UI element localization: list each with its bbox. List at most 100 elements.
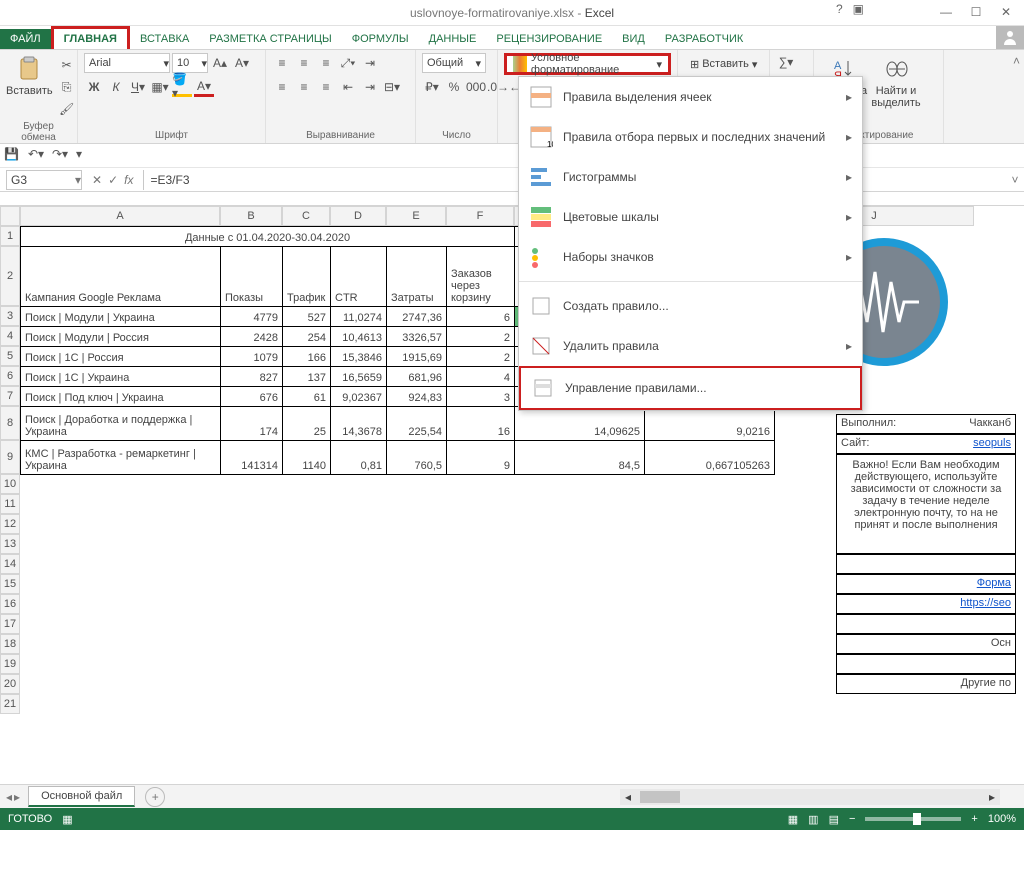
column-header[interactable]: E	[386, 206, 446, 226]
align-top-icon[interactable]: ≡	[272, 53, 292, 73]
row-header[interactable]: 16	[0, 594, 20, 614]
row-header[interactable]: 21	[0, 694, 20, 714]
align-center-icon[interactable]: ≡	[294, 77, 314, 97]
row-header[interactable]: 7	[0, 386, 20, 406]
number-format-select[interactable]: Общий▾	[422, 53, 486, 73]
orientation-icon[interactable]: ⤢▾	[338, 53, 358, 73]
row-header[interactable]: 2	[0, 246, 20, 306]
cf-icon-sets[interactable]: Наборы значков▸	[519, 237, 862, 277]
tab-formulas[interactable]: ФОРМУЛЫ	[342, 29, 419, 49]
sheet-tab-main[interactable]: Основной файл	[28, 786, 135, 807]
row-header[interactable]: 5	[0, 346, 20, 366]
decrease-indent-icon[interactable]: ⇤	[338, 77, 358, 97]
row-header[interactable]: 10	[0, 474, 20, 494]
align-middle-icon[interactable]: ≡	[294, 53, 314, 73]
tab-view[interactable]: ВИД	[612, 29, 655, 49]
sheet-nav-prev-icon[interactable]: ◂	[6, 790, 12, 804]
save-icon[interactable]: 💾	[4, 147, 22, 165]
cf-manage-rules[interactable]: Управление правилами...	[519, 366, 862, 410]
row-header[interactable]: 13	[0, 534, 20, 554]
view-page-layout-icon[interactable]: ▥	[808, 813, 818, 826]
underline-icon[interactable]: Ч▾	[128, 77, 148, 97]
collapse-ribbon-icon[interactable]: ˄	[1013, 54, 1020, 68]
zoom-in-icon[interactable]: +	[971, 813, 977, 825]
column-header[interactable]: A	[20, 206, 220, 226]
cf-top-bottom-rules[interactable]: 10 Правила отбора первых и последних зна…	[519, 117, 862, 157]
borders-icon[interactable]: ▦▾	[150, 77, 170, 97]
close-icon[interactable]: ✕	[992, 2, 1020, 22]
tab-insert[interactable]: ВСТАВКА	[130, 29, 199, 49]
increase-indent-icon[interactable]: ⇥	[360, 77, 380, 97]
undo-icon[interactable]: ↶▾	[28, 147, 46, 165]
row-header[interactable]: 18	[0, 634, 20, 654]
view-page-break-icon[interactable]: ▤	[829, 813, 839, 826]
tab-home[interactable]: ГЛАВНАЯ	[51, 26, 130, 49]
column-header[interactable]: C	[282, 206, 330, 226]
row-header[interactable]: 6	[0, 366, 20, 386]
cut-icon[interactable]: ✂	[57, 55, 77, 75]
worksheet-area[interactable]: ABCDEFJ 12345678910111213141516171819202…	[0, 192, 1024, 784]
tab-developer[interactable]: РАЗРАБОТЧИК	[655, 29, 753, 49]
ribbon-display-icon[interactable]: ▣	[853, 2, 864, 16]
account-icon[interactable]	[996, 25, 1024, 49]
bold-icon[interactable]: Ж	[84, 77, 104, 97]
wrap-text-icon[interactable]: ⇥	[360, 53, 380, 73]
minimize-icon[interactable]: —	[932, 2, 960, 22]
select-all-corner[interactable]	[0, 206, 20, 226]
cf-highlight-rules[interactable]: Правила выделения ячеек▸	[519, 77, 862, 117]
add-sheet-button[interactable]: +	[145, 787, 165, 807]
tab-page-layout[interactable]: РАЗМЕТКА СТРАНИЦЫ	[199, 29, 341, 49]
align-right-icon[interactable]: ≡	[316, 77, 336, 97]
fx-icon[interactable]: fx	[124, 173, 133, 187]
row-header[interactable]: 4	[0, 326, 20, 346]
cf-data-bars[interactable]: Гистограммы▸	[519, 157, 862, 197]
row-header[interactable]: 14	[0, 554, 20, 574]
row-header[interactable]: 8	[0, 406, 20, 440]
sheet-nav-next-icon[interactable]: ▸	[14, 790, 20, 804]
copy-icon[interactable]: ⎘	[57, 77, 77, 97]
merge-icon[interactable]: ⊟▾	[382, 77, 402, 97]
help-icon[interactable]: ?	[836, 2, 843, 16]
column-header[interactable]: D	[330, 206, 386, 226]
increase-font-icon[interactable]: A▴	[210, 53, 230, 73]
format-painter-icon[interactable]: 🖌	[57, 99, 77, 119]
macro-record-icon[interactable]: ▦	[62, 813, 72, 826]
view-normal-icon[interactable]: ▦	[788, 813, 798, 826]
column-header[interactable]: B	[220, 206, 282, 226]
maximize-icon[interactable]: ☐	[962, 2, 990, 22]
tab-file[interactable]: ФАЙЛ	[0, 29, 51, 49]
fill-color-icon[interactable]: 🪣▾	[172, 77, 192, 97]
column-header[interactable]: F	[446, 206, 514, 226]
zoom-level[interactable]: 100%	[988, 813, 1016, 825]
seo-link[interactable]: https://seo	[960, 597, 1011, 611]
cf-clear-rules[interactable]: Удалить правила▸	[519, 326, 862, 366]
row-header[interactable]: 20	[0, 674, 20, 694]
site-link[interactable]: seopuls	[973, 437, 1011, 451]
font-size-select[interactable]: 10▾	[172, 53, 208, 73]
cf-new-rule[interactable]: Создать правило...	[519, 286, 862, 326]
zoom-slider[interactable]	[865, 817, 961, 821]
row-header[interactable]: 15	[0, 574, 20, 594]
conditional-formatting-button[interactable]: Условное форматирование▾	[504, 53, 671, 75]
align-left-icon[interactable]: ≡	[272, 77, 292, 97]
decrease-font-icon[interactable]: A▾	[232, 53, 252, 73]
find-select-button[interactable]: Найти и выделить	[872, 53, 920, 109]
redo-icon[interactable]: ↷▾	[52, 147, 70, 165]
tab-data[interactable]: ДАННЫЕ	[419, 29, 487, 49]
font-color-icon[interactable]: A▾	[194, 77, 214, 97]
font-name-select[interactable]: Arial▾	[84, 53, 170, 73]
row-header[interactable]: 9	[0, 440, 20, 474]
horizontal-scrollbar[interactable]: ◂▸	[620, 789, 1000, 805]
cf-color-scales[interactable]: Цветовые шкалы▸	[519, 197, 862, 237]
cancel-formula-icon[interactable]: ✕	[92, 173, 102, 187]
qat-customize-icon[interactable]: ▾	[76, 147, 94, 165]
insert-cells-button[interactable]: ⊞Вставить▾	[684, 53, 763, 75]
row-header[interactable]: 12	[0, 514, 20, 534]
autosum-icon[interactable]: ∑▾	[776, 53, 796, 71]
paste-button[interactable]: Вставить	[6, 53, 53, 97]
name-box[interactable]: G3▾	[6, 170, 82, 190]
row-header[interactable]: 3	[0, 306, 20, 326]
tab-review[interactable]: РЕЦЕНЗИРОВАНИЕ	[486, 29, 612, 49]
row-header[interactable]: 1	[0, 226, 20, 246]
enter-formula-icon[interactable]: ✓	[108, 173, 118, 187]
